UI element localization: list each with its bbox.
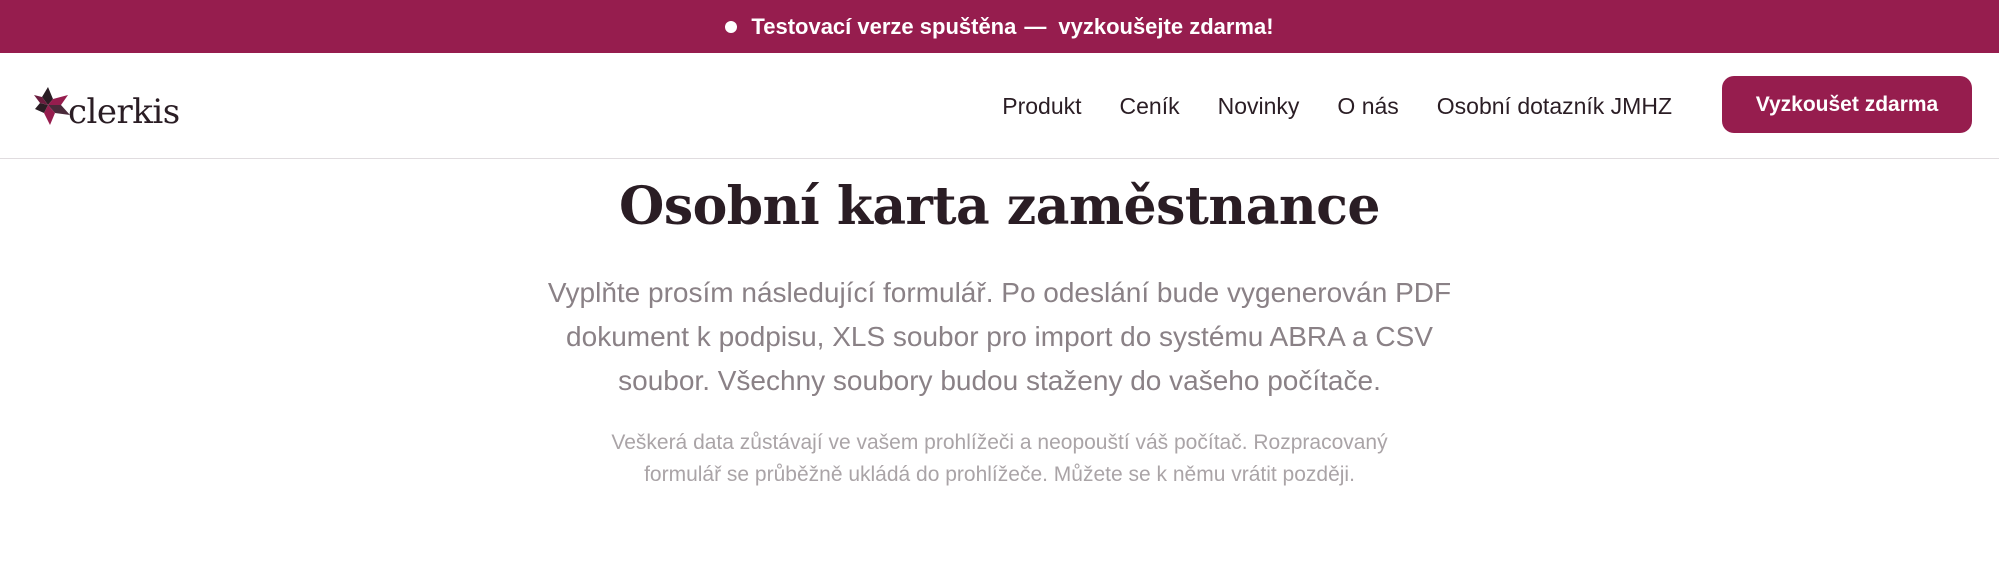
- dot-icon: [725, 20, 738, 33]
- announcement-dash: —: [1024, 13, 1047, 39]
- nav-item-osobni-dotaznik[interactable]: Osobní dotazník JMHZ: [1437, 93, 1672, 120]
- intro-text: Vyplňte prosím následující formulář. Po …: [547, 277, 1452, 396]
- privacy-note: Veškerá data zůstávají ve vašem prohlíže…: [611, 431, 1388, 486]
- page-title: Osobní karta zaměstnance: [619, 176, 1380, 237]
- nav-item-cenik[interactable]: Ceník: [1120, 93, 1180, 120]
- main-nav: Produkt Ceník Novinky O nás Osobní dotaz…: [964, 53, 1672, 159]
- main-content: Osobní karta zaměstnance Vyplňte prosím …: [0, 160, 1999, 491]
- site-header: clerkis Produkt Ceník Novinky O nás Osob…: [0, 53, 1999, 159]
- announcement-text: Testovací verze spuštěna: [751, 13, 1017, 39]
- announcement-link[interactable]: vyzkoušejte zdarma!: [1058, 14, 1273, 40]
- nav-item-o-nas[interactable]: O nás: [1337, 93, 1398, 120]
- logo[interactable]: clerkis: [34, 80, 180, 132]
- nav-item-produkt[interactable]: Produkt: [1002, 93, 1081, 120]
- nav-item-novinky[interactable]: Novinky: [1218, 93, 1300, 120]
- try-free-button[interactable]: Vyzkoušet zdarma: [1722, 76, 1972, 133]
- logo-text: clerkis: [68, 92, 180, 132]
- announcement-bar: Testovací verze spuštěna — vyzkoušejte z…: [0, 0, 1999, 53]
